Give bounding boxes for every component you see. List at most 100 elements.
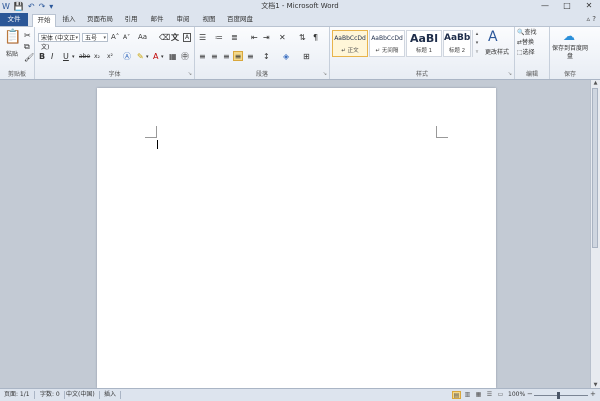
- style-name: 标题 1: [415, 48, 433, 54]
- fullscreen-reading-view-icon[interactable]: ▥: [463, 391, 472, 399]
- style-preview: AaBl: [409, 32, 439, 45]
- status-page[interactable]: 页面: 1/1: [4, 391, 35, 399]
- status-word-count[interactable]: 字数: 0: [40, 391, 65, 399]
- change-case-button[interactable]: Aa: [138, 33, 147, 42]
- styles-group-label: 样式: [415, 71, 428, 78]
- vertical-scrollbar[interactable]: ▲ ▼: [590, 80, 600, 388]
- style-preview: AaBbCcDd: [334, 35, 366, 42]
- print-layout-view-icon[interactable]: ▤: [452, 391, 461, 399]
- tab-review[interactable]: 审阅: [172, 14, 194, 25]
- tab-baidu-netdisk[interactable]: 百度网盘: [224, 14, 256, 25]
- style-heading-1[interactable]: AaBl 标题 1: [406, 30, 442, 57]
- web-layout-view-icon[interactable]: ▦: [474, 391, 483, 399]
- distributed-icon[interactable]: ≡: [247, 52, 254, 61]
- copy-icon[interactable]: ⧉: [24, 42, 30, 51]
- shrink-font-button[interactable]: A˅: [123, 33, 130, 42]
- shading-icon[interactable]: ◈: [283, 52, 289, 61]
- style-heading-2[interactable]: AaBbC 标题 2: [443, 30, 471, 57]
- style-name: ↵ 无间隔: [375, 48, 399, 54]
- line-spacing-icon[interactable]: ↕: [263, 52, 270, 61]
- font-color-button[interactable]: A: [153, 52, 158, 61]
- window-title: 文档1 - Microsoft Word: [261, 2, 339, 10]
- zoom-in-button[interactable]: +: [590, 390, 596, 398]
- justify-icon[interactable]: ≡: [233, 51, 243, 61]
- phonetic-guide-icon[interactable]: 文: [171, 33, 179, 42]
- editing-group-label: 编辑: [525, 71, 538, 78]
- bold-button[interactable]: B: [39, 52, 45, 61]
- zoom-level[interactable]: 100%: [508, 391, 525, 399]
- find-button[interactable]: 🔍查找: [517, 29, 537, 37]
- draft-view-icon[interactable]: ▭: [496, 391, 505, 399]
- show-marks-icon[interactable]: ¶: [313, 33, 318, 42]
- zoom-slider-track[interactable]: [534, 395, 588, 396]
- select-button[interactable]: ⬚选择: [517, 49, 535, 57]
- enclosed-char-icon[interactable]: ㊥: [181, 52, 189, 61]
- superscript-button[interactable]: x²: [107, 52, 113, 61]
- font-name-combo[interactable]: 宋体 (中文正文) ▾: [38, 33, 80, 51]
- close-button[interactable]: ✕: [578, 0, 600, 13]
- chevron-down-icon: ▾: [103, 35, 106, 41]
- style-no-spacing[interactable]: AaBbCcDd ↵ 无间隔: [369, 30, 405, 57]
- dialog-launcher-icon[interactable]: ↘: [323, 71, 327, 77]
- baidu-netdisk-icon[interactable]: ☁: [563, 30, 575, 42]
- tab-page-layout[interactable]: 页面布局: [84, 14, 116, 25]
- align-left-icon[interactable]: ≡: [199, 52, 206, 61]
- maximize-button[interactable]: □: [556, 0, 578, 13]
- scroll-up-icon[interactable]: ▲: [591, 80, 600, 86]
- paste-button-label[interactable]: 粘贴: [2, 49, 22, 58]
- highlight-icon[interactable]: ✎: [137, 52, 144, 61]
- status-language[interactable]: 中文(中国): [66, 391, 100, 399]
- align-right-icon[interactable]: ≡: [223, 52, 230, 61]
- dialog-launcher-icon[interactable]: ↘: [188, 71, 192, 77]
- italic-button[interactable]: I: [51, 52, 53, 61]
- replace-button[interactable]: ⇄替换: [517, 39, 534, 47]
- styles-gallery-scroll[interactable]: ▴ ▾ ▿: [472, 30, 481, 57]
- save-to-baidu-button-label[interactable]: 保存到百度网盘: [551, 45, 589, 61]
- font-size-combo[interactable]: 五号 ▾: [82, 33, 108, 42]
- chinese-layout-icon[interactable]: ✕: [279, 33, 286, 42]
- dialog-launcher-icon[interactable]: ↘: [508, 71, 512, 77]
- change-styles-button-label[interactable]: 更改样式: [482, 47, 512, 56]
- bullets-icon[interactable]: ☰: [199, 33, 206, 42]
- subscript-button[interactable]: x₂: [94, 52, 100, 61]
- tab-home[interactable]: 开始: [32, 14, 56, 27]
- tab-mailings[interactable]: 邮件: [146, 14, 168, 25]
- chevron-down-icon[interactable]: ▾: [146, 53, 149, 62]
- align-center-icon[interactable]: ≡: [211, 52, 218, 61]
- paste-icon[interactable]: 📋: [4, 30, 21, 44]
- multilevel-list-icon[interactable]: ≣: [231, 33, 238, 42]
- outline-view-icon[interactable]: ☰: [485, 391, 494, 399]
- numbering-icon[interactable]: ≔: [215, 33, 223, 42]
- change-styles-icon[interactable]: A: [488, 30, 498, 44]
- ribbon-help-icon[interactable]: ▵ ?: [587, 15, 596, 23]
- decrease-indent-icon[interactable]: ⇤: [251, 33, 258, 42]
- cut-icon[interactable]: ✂: [24, 31, 31, 40]
- strikethrough-button[interactable]: abe: [79, 52, 90, 61]
- tab-file[interactable]: 文件: [0, 13, 28, 26]
- format-painter-icon[interactable]: 🖌: [24, 53, 34, 62]
- style-normal[interactable]: AaBbCcDd ↵ 正文: [332, 30, 368, 57]
- borders-icon[interactable]: ⊞: [303, 52, 310, 61]
- tab-references[interactable]: 引用: [120, 14, 142, 25]
- tab-insert[interactable]: 插入: [58, 14, 80, 25]
- text-effects-icon[interactable]: Ⓐ: [123, 52, 131, 61]
- scroll-thumb[interactable]: [592, 88, 598, 248]
- char-border-icon[interactable]: A: [183, 33, 192, 42]
- clear-format-icon[interactable]: ⌫: [159, 33, 170, 42]
- grow-font-button[interactable]: A˄: [111, 33, 119, 42]
- document-page[interactable]: [97, 88, 496, 388]
- font-group: 宋体 (中文正文) ▾ 五号 ▾ A˄ A˅ Aa ⌫ 文 A B I U ▾ ab…: [35, 27, 195, 79]
- save-group-label: 保存: [563, 71, 576, 78]
- zoom-out-button[interactable]: −: [527, 390, 533, 398]
- minimize-button[interactable]: —: [534, 0, 556, 13]
- style-name: 标题 2: [448, 48, 466, 54]
- chevron-down-icon[interactable]: ▾: [72, 53, 75, 62]
- status-insert-mode[interactable]: 插入: [104, 391, 122, 399]
- sort-icon[interactable]: ⇅: [299, 33, 306, 42]
- zoom-slider-thumb[interactable]: [557, 392, 560, 399]
- increase-indent-icon[interactable]: ⇥: [263, 33, 270, 42]
- chevron-down-icon[interactable]: ▾: [161, 53, 164, 62]
- char-shading-icon[interactable]: ▦: [169, 52, 177, 61]
- tab-view[interactable]: 视图: [198, 14, 220, 25]
- underline-button[interactable]: U: [63, 52, 69, 61]
